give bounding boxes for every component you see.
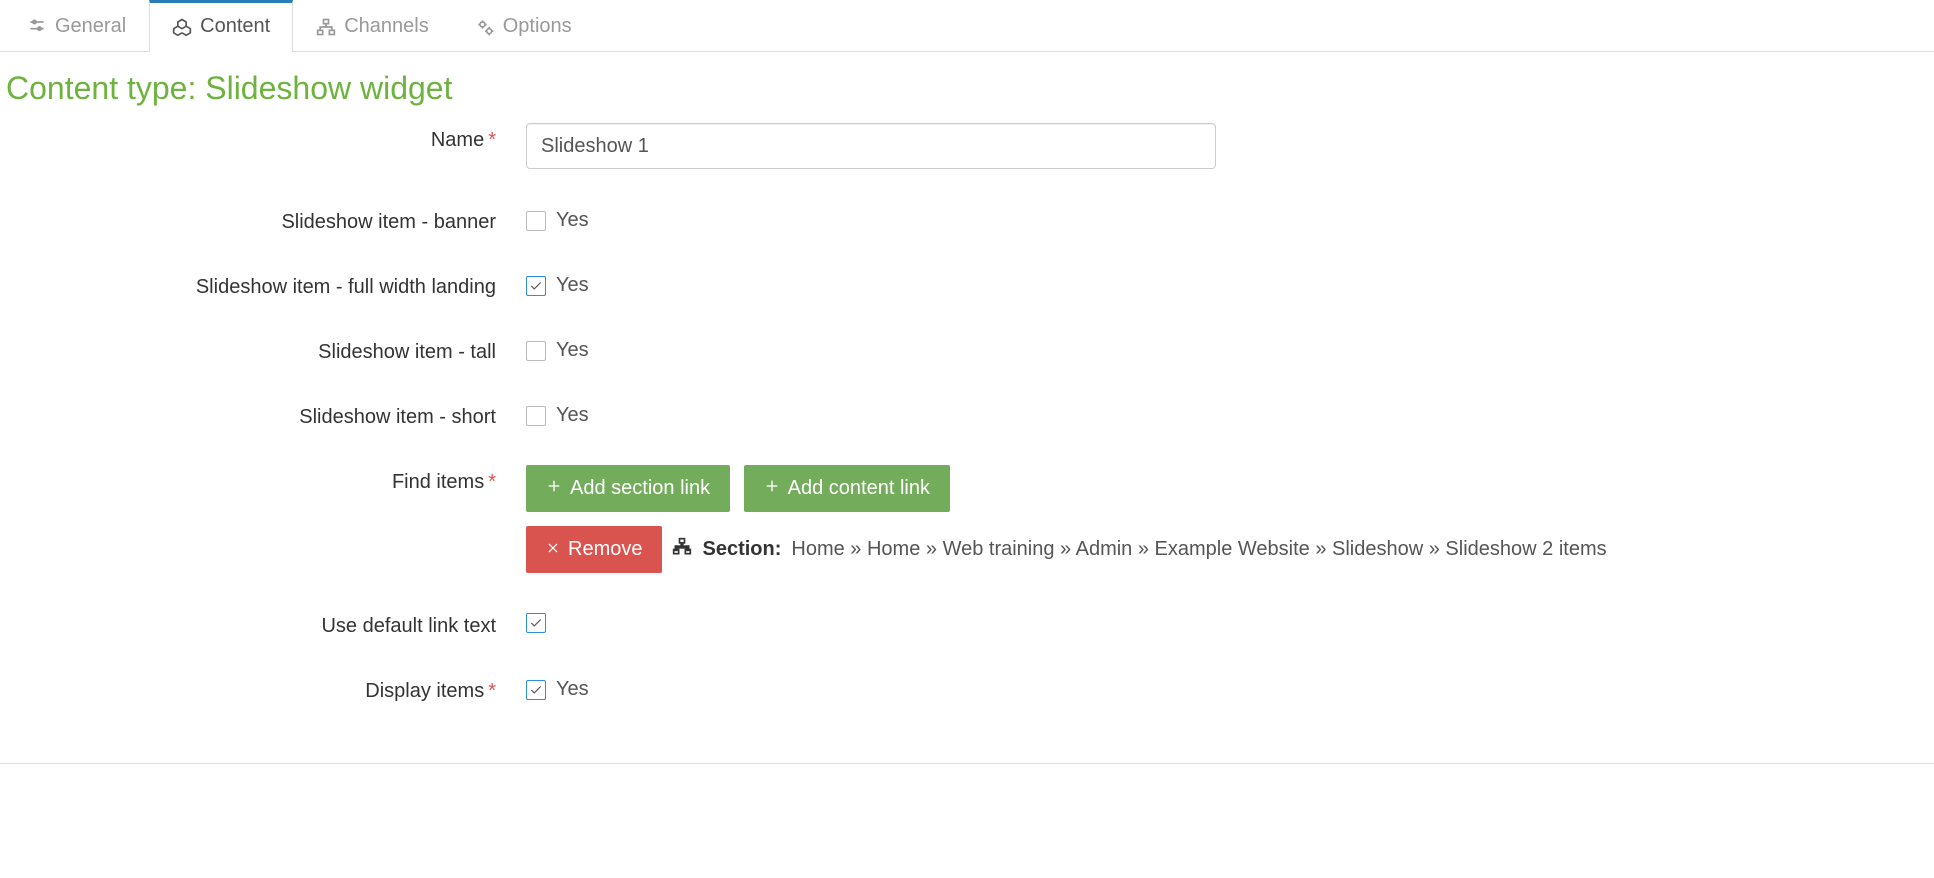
label-banner: Slideshow item - banner (6, 205, 526, 234)
checkbox-fullwidth[interactable] (526, 276, 546, 296)
close-icon (546, 538, 560, 561)
section-link-entry: Remove Section: Home » Home » Web traini… (526, 526, 1928, 573)
checkbox-display-items-label: Yes (556, 678, 589, 701)
sliders-icon (27, 17, 47, 37)
row-find-items: Find items* Add section link Add content… (6, 465, 1928, 573)
row-name: Name* (6, 123, 1928, 169)
row-default-link: Use default link text (6, 609, 1928, 638)
tab-options[interactable]: Options (452, 0, 595, 52)
tab-options-label: Options (503, 15, 572, 38)
required-marker: * (488, 129, 496, 151)
add-content-link-button[interactable]: Add content link (744, 465, 950, 512)
label-fullwidth: Slideshow item - full width landing (6, 270, 526, 299)
page-title: Content type: Slideshow widget (0, 52, 1934, 117)
checkbox-display-items[interactable] (526, 680, 546, 700)
row-fullwidth: Slideshow item - full width landing Yes (6, 270, 1928, 299)
checkbox-banner[interactable] (526, 211, 546, 231)
checkbox-default-link[interactable] (526, 613, 546, 633)
name-input[interactable] (526, 123, 1216, 169)
tab-general[interactable]: General (4, 0, 149, 52)
gears-icon (475, 17, 495, 37)
label-tall: Slideshow item - tall (6, 335, 526, 364)
divider (0, 763, 1934, 764)
remove-button[interactable]: Remove (526, 526, 662, 573)
checkbox-tall-label: Yes (556, 339, 589, 362)
plus-icon (546, 477, 562, 500)
label-default-link: Use default link text (6, 609, 526, 638)
sitemap-icon (672, 537, 692, 563)
add-section-link-button[interactable]: Add section link (526, 465, 730, 512)
form: Name* Slideshow item - banner Yes Slides… (0, 117, 1934, 763)
label-short: Slideshow item - short (6, 400, 526, 429)
checkbox-short[interactable] (526, 406, 546, 426)
sitemap-icon (316, 17, 336, 37)
row-banner: Slideshow item - banner Yes (6, 205, 1928, 234)
checkbox-banner-label: Yes (556, 209, 589, 232)
row-short: Slideshow item - short Yes (6, 400, 1928, 429)
section-label: Section: (702, 538, 781, 561)
tab-channels-label: Channels (344, 15, 429, 38)
label-name: Name* (6, 123, 526, 152)
tab-content[interactable]: Content (149, 0, 293, 52)
plus-icon (764, 477, 780, 500)
checkbox-tall[interactable] (526, 341, 546, 361)
label-display-items: Display items* (6, 674, 526, 703)
checkbox-fullwidth-label: Yes (556, 274, 589, 297)
row-tall: Slideshow item - tall Yes (6, 335, 1928, 364)
tabs: General Content Channels Options (0, 0, 1934, 52)
tab-content-label: Content (200, 15, 270, 38)
label-find-items: Find items* (6, 465, 526, 494)
breadcrumb: Home » Home » Web training » Admin » Exa… (791, 538, 1606, 561)
cubes-icon (172, 17, 192, 37)
checkbox-short-label: Yes (556, 404, 589, 427)
required-marker: * (488, 680, 496, 702)
tab-general-label: General (55, 15, 126, 38)
required-marker: * (488, 471, 496, 493)
tab-channels[interactable]: Channels (293, 0, 452, 52)
row-display-items: Display items* Yes (6, 674, 1928, 703)
